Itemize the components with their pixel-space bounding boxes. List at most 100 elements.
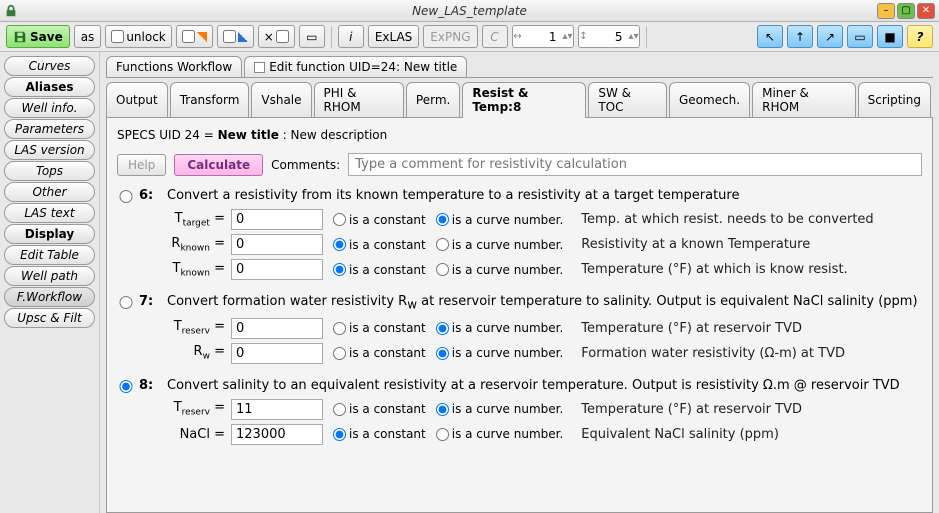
func-desc: Convert a resistivity from its known tem… bbox=[167, 188, 922, 203]
func-desc: Convert formation water resistivity Rw a… bbox=[167, 294, 922, 312]
specs-line: SPECS UID 24 = New title : New descripti… bbox=[117, 128, 922, 143]
param-input[interactable] bbox=[231, 259, 323, 280]
sub-tab[interactable]: Scripting bbox=[858, 82, 931, 117]
param-label: NaCl = bbox=[167, 427, 225, 442]
param-explain: Resistivity at a known Temperature bbox=[581, 237, 810, 252]
param-label: Treserv = bbox=[167, 400, 225, 418]
opt-curve[interactable] bbox=[436, 403, 449, 416]
param-explain: Equivalent NaCl salinity (ppm) bbox=[581, 427, 779, 442]
sub-tab[interactable]: Transform bbox=[170, 82, 250, 117]
window-button[interactable]: ▭ bbox=[847, 25, 873, 48]
unlock-toggle[interactable]: unlock bbox=[105, 25, 171, 48]
sidebar-item[interactable]: Other bbox=[4, 182, 95, 202]
param-explain: Formation water resistivity (Ω-m) at TVD bbox=[581, 346, 845, 361]
floppy-icon bbox=[13, 30, 27, 44]
minimize-button[interactable]: – bbox=[877, 3, 895, 19]
window-title: New_LAS_template bbox=[0, 4, 939, 18]
param-input[interactable] bbox=[231, 399, 323, 420]
sub-tab[interactable]: Perm. bbox=[406, 82, 460, 117]
sidebar-item[interactable]: Aliases bbox=[4, 77, 95, 97]
param-label: Rknown = bbox=[167, 236, 225, 254]
opt-constant[interactable] bbox=[333, 238, 346, 251]
sub-tab[interactable]: Vshale bbox=[251, 82, 311, 117]
sub-tab[interactable]: Geomech. bbox=[669, 82, 750, 117]
toolbar: Save as unlock × ▭ i ExLAS ExPNG C ↔▴▾ ↕… bbox=[0, 22, 939, 52]
func-desc: Convert salinity to an equivalent resist… bbox=[167, 378, 922, 393]
opt-constant[interactable] bbox=[333, 213, 346, 226]
comments-label: Comments: bbox=[271, 158, 340, 172]
top-tabs: Functions WorkflowEdit function UID=24: … bbox=[106, 56, 933, 78]
arrow-up-button[interactable]: ↑ bbox=[787, 25, 813, 48]
expng-button: ExPNG bbox=[423, 25, 477, 48]
lock-icon bbox=[4, 4, 18, 18]
sidebar-item[interactable]: Well info. bbox=[4, 98, 95, 118]
exlas-button[interactable]: ExLAS bbox=[368, 25, 419, 48]
close-button[interactable]: ✕ bbox=[917, 3, 935, 19]
func-number: 6: bbox=[139, 188, 163, 203]
opt-constant[interactable] bbox=[333, 322, 346, 335]
save-as-button[interactable]: as bbox=[74, 25, 102, 48]
sidebar: CurvesAliasesWell info.ParametersLAS ver… bbox=[0, 52, 100, 513]
sub-tab[interactable]: PHI & RHOM bbox=[314, 82, 404, 117]
opt-curve[interactable] bbox=[436, 428, 449, 441]
param-label: Rw = bbox=[167, 344, 225, 362]
arrow-ne-button[interactable]: ↗ bbox=[817, 25, 843, 48]
sidebar-item[interactable]: LAS version bbox=[4, 140, 95, 160]
v-spin[interactable]: ↕▴▾ bbox=[578, 25, 640, 48]
sidebar-item[interactable]: Well path bbox=[4, 266, 95, 286]
opt-curve[interactable] bbox=[436, 238, 449, 251]
top-tab[interactable]: Edit function UID=24: New title bbox=[244, 56, 467, 77]
c-button: C bbox=[482, 25, 508, 48]
func-select[interactable] bbox=[117, 190, 135, 203]
sub-tab[interactable]: SW & TOC bbox=[588, 82, 667, 117]
sidebar-item[interactable]: Tops bbox=[4, 161, 95, 181]
h-spin[interactable]: ↔▴▾ bbox=[512, 25, 574, 48]
top-tab[interactable]: Functions Workflow bbox=[106, 56, 242, 77]
func-select[interactable] bbox=[117, 380, 135, 393]
opt-curve[interactable] bbox=[436, 213, 449, 226]
opt-curve[interactable] bbox=[436, 347, 449, 360]
param-explain: Temp. at which resist. needs to be conve… bbox=[581, 212, 873, 227]
comments-input[interactable] bbox=[348, 153, 922, 176]
opt-constant[interactable] bbox=[333, 403, 346, 416]
param-explain: Temperature (°F) at reservoir TVD bbox=[581, 402, 802, 417]
param-input[interactable] bbox=[231, 343, 323, 364]
square-button[interactable]: ▭ bbox=[299, 25, 325, 48]
sub-tab[interactable]: Resist & Temp:8 bbox=[462, 82, 586, 117]
param-input[interactable] bbox=[231, 318, 323, 339]
x-toggle[interactable]: × bbox=[258, 25, 295, 48]
sidebar-item[interactable]: Parameters bbox=[4, 119, 95, 139]
param-input[interactable] bbox=[231, 209, 323, 230]
sidebar-item[interactable]: F.Workflow bbox=[4, 287, 95, 307]
opt-curve[interactable] bbox=[436, 263, 449, 276]
calculate-button[interactable]: Calculate bbox=[174, 154, 263, 176]
help-button[interactable]: ? bbox=[907, 25, 933, 48]
param-explain: Temperature (°F) at which is know resist… bbox=[581, 262, 847, 277]
param-input[interactable] bbox=[231, 424, 323, 445]
sub-tab[interactable]: Output bbox=[106, 82, 168, 117]
opt-constant[interactable] bbox=[333, 347, 346, 360]
stop-button[interactable]: ■ bbox=[877, 25, 903, 48]
sidebar-item[interactable]: Upsc & Filt bbox=[4, 308, 95, 328]
param-input[interactable] bbox=[231, 234, 323, 255]
sub-tab[interactable]: Miner & RHOM bbox=[752, 82, 856, 117]
param-label: Treserv = bbox=[167, 319, 225, 337]
arrow-nw-button[interactable]: ↖ bbox=[757, 25, 783, 48]
sub-tabs: OutputTransformVshalePHI & RHOMPerm.Resi… bbox=[106, 82, 933, 118]
pane: SPECS UID 24 = New title : New descripti… bbox=[106, 118, 933, 513]
sidebar-item[interactable]: LAS text bbox=[4, 203, 95, 223]
save-button[interactable]: Save bbox=[6, 25, 70, 48]
maximize-button[interactable]: ▢ bbox=[897, 3, 915, 19]
sidebar-item[interactable]: Curves bbox=[4, 56, 95, 76]
opt-curve[interactable] bbox=[436, 322, 449, 335]
info-button[interactable]: i bbox=[338, 25, 364, 48]
opt-constant[interactable] bbox=[333, 263, 346, 276]
tri-blue-toggle[interactable] bbox=[217, 25, 254, 48]
func-select[interactable] bbox=[117, 296, 135, 309]
sidebar-item[interactable]: Edit Table bbox=[4, 245, 95, 265]
tri-orange-toggle[interactable] bbox=[176, 25, 213, 48]
param-label: Ttarget = bbox=[167, 211, 225, 229]
param-explain: Temperature (°F) at reservoir TVD bbox=[581, 321, 802, 336]
opt-constant[interactable] bbox=[333, 428, 346, 441]
sidebar-header: Display bbox=[4, 224, 95, 244]
